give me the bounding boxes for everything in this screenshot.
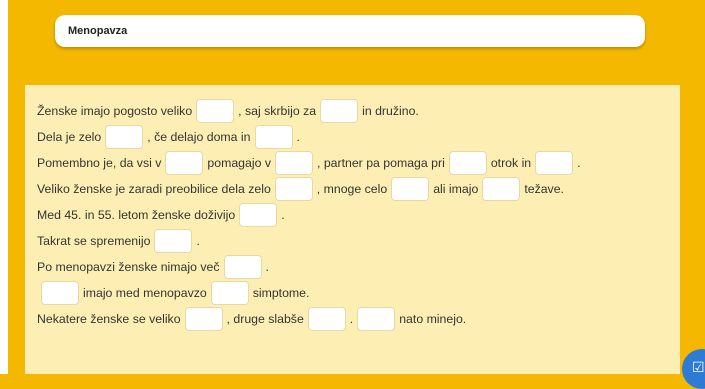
gap-input[interactable] [196, 99, 235, 123]
sentence-text: , druge slabše [226, 312, 304, 326]
sentence-text: , če delajo doma in [147, 130, 251, 144]
sentence-text: Ženske imajo pogosto veliko [37, 104, 193, 118]
sentence-line: Dela je zelo , če delajo doma in . [37, 124, 581, 150]
gap-input[interactable] [391, 177, 430, 201]
exercise-panel: Ženske imajo pogosto veliko , saj skrbij… [25, 85, 680, 374]
gap-input[interactable] [535, 151, 574, 175]
sentence-text: , mnoge celo [316, 182, 388, 196]
sentence-text: nato minejo. [399, 312, 467, 326]
sentence-text: , partner pa pomaga pri [316, 156, 445, 170]
sentence-line: imajo med menopavzo simptome. [37, 280, 581, 306]
gap-input[interactable] [254, 125, 293, 149]
sentence-line: Po menopavzi ženske nimajo več . [37, 254, 581, 280]
sentence-list: Ženske imajo pogosto veliko , saj skrbij… [37, 98, 581, 332]
gap-input[interactable] [274, 151, 313, 175]
sentence-text: Dela je zelo [37, 130, 102, 144]
page-title: Menopavza [68, 25, 128, 37]
gap-input[interactable] [320, 99, 359, 123]
gap-input[interactable] [274, 177, 313, 201]
sentence-text: simptome. [252, 286, 310, 300]
gap-input[interactable] [184, 307, 223, 331]
sentence-text: imajo med menopavzo [83, 286, 207, 300]
check-button[interactable]: ☑ [682, 349, 705, 389]
gap-input[interactable] [357, 307, 396, 331]
sentence-line: Veliko ženske je zaradi preobilice dela … [37, 176, 581, 202]
sentence-text: težave. [524, 182, 564, 196]
sentence-text: . [296, 130, 300, 144]
gap-input[interactable] [210, 281, 249, 305]
sentence-line: Med 45. in 55. letom ženske doživijo . [37, 202, 581, 228]
gap-input[interactable] [105, 125, 144, 149]
gap-input[interactable] [307, 307, 346, 331]
gap-input[interactable] [223, 255, 262, 279]
sentence-text: Pomembno je, da vsi v [37, 156, 162, 170]
frame-edge [0, 0, 8, 374]
gap-input[interactable] [448, 151, 487, 175]
gap-input[interactable] [239, 203, 278, 227]
sentence-line: Takrat se spremenijo . [37, 228, 581, 254]
check-icon: ☑ [692, 359, 705, 375]
gap-input[interactable] [41, 281, 79, 305]
sentence-text: ali imajo [433, 182, 479, 196]
sentence-text: Veliko ženske je zaradi preobilice dela … [37, 182, 271, 196]
sentence-text: . [577, 156, 581, 170]
sentence-line: Nekatere ženske se veliko , druge slabše… [37, 306, 581, 332]
sentence-text: . [265, 260, 269, 274]
sentence-text: , saj skrbijo za [238, 104, 317, 118]
sentence-text: pomagajo v [207, 156, 271, 170]
gap-input[interactable] [165, 151, 204, 175]
gap-input[interactable] [154, 229, 193, 253]
sentence-text: Med 45. in 55. letom ženske doživijo [37, 208, 236, 222]
sentence-text: Po menopavzi ženske nimajo več [37, 260, 220, 274]
sentence-text: . [349, 312, 354, 326]
sentence-line: Ženske imajo pogosto veliko , saj skrbij… [37, 98, 581, 124]
sentence-text: in družino. [362, 104, 419, 118]
sentence-line: Pomembno je, da vsi v pomagajo v , partn… [37, 150, 581, 176]
title-bar: Menopavza [55, 15, 645, 47]
sentence-text: . [281, 208, 285, 222]
sentence-text: Takrat se spremenijo [37, 234, 151, 248]
sentence-text: otrok in [490, 156, 532, 170]
sentence-text: Nekatere ženske se veliko [37, 312, 181, 326]
sentence-text: . [196, 234, 200, 248]
gap-input[interactable] [482, 177, 521, 201]
